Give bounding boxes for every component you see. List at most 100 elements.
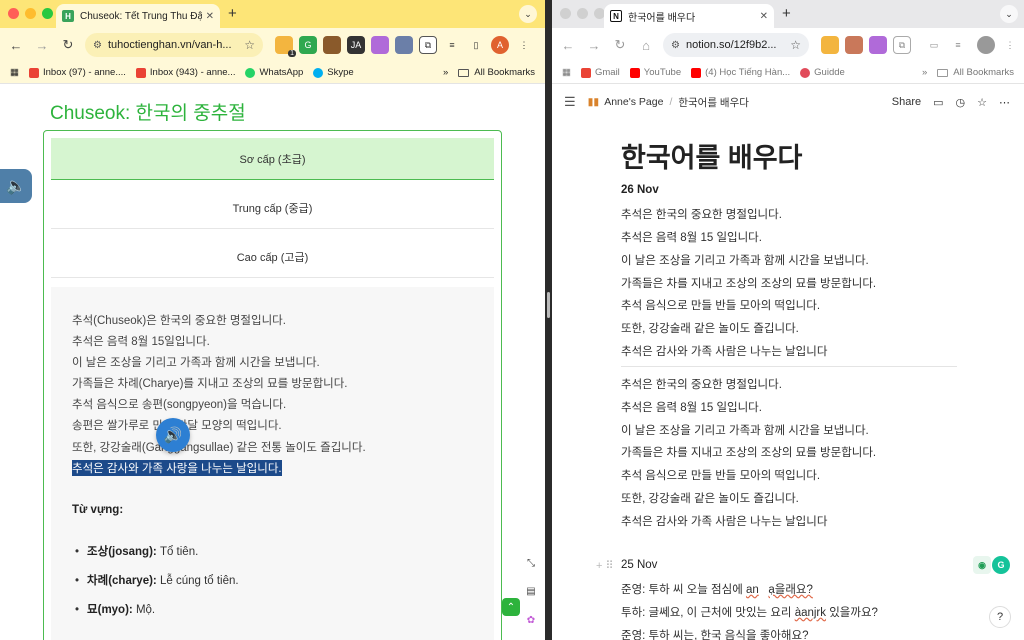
text-block[interactable]: 추석 음식으로 만들 반들 모아의 떡입니다. [621,467,820,483]
address-bar[interactable]: ⚙ notion.so/12f9b2... ☆ [663,33,809,57]
close-window-button[interactable] [560,8,571,19]
bookmark-star-icon[interactable]: ☆ [790,38,801,52]
more-bookmarks-button[interactable]: » [443,67,448,78]
text-block[interactable]: 준영: 투하 씨는, 한국 음식을 좋아해요? [621,627,808,640]
bookmark-guidde[interactable]: Guidde [800,67,845,78]
minimize-window-button[interactable] [25,8,36,19]
profile-avatar[interactable] [977,36,995,54]
divider-grip[interactable] [547,292,550,318]
bookmark-inbox-2[interactable]: Inbox (943) - anne... [135,67,235,78]
minimize-window-button[interactable] [577,8,588,19]
favorite-star-icon[interactable]: ☆ [977,96,987,109]
text-block[interactable]: 추석은 음력 8월 15 일입니다. [621,229,762,245]
text-block[interactable]: 추석은 한국의 중요한 명절입니다. [621,206,782,222]
back-icon[interactable]: ← [3,38,29,53]
reading-list-icon[interactable]: ≡ [443,36,461,54]
comment-icon[interactable]: ▭ [933,96,943,109]
more-bookmarks-button[interactable]: » [922,67,927,78]
tab-search-button[interactable]: ⌄ [1000,5,1018,23]
grammarly-extension-icon[interactable]: G [299,36,317,54]
block-drag-handle-icon[interactable]: + ⠿ [596,559,614,572]
audio-side-button[interactable]: 🔈 [0,169,32,203]
breadcrumb-item[interactable]: 한국어를 배우다 [678,95,749,110]
text-block[interactable]: 준영: 투하 씨 오늘 점심에 an ạ을래요? [621,581,813,597]
reload-icon[interactable]: ↻ [607,37,633,53]
address-bar[interactable]: ⚙ tuhoctienghan.vn/van-h... ☆ [85,33,263,57]
shield-extension-icon[interactable] [395,36,413,54]
share-button[interactable]: Share [892,96,921,108]
forward-icon[interactable]: → [29,38,55,53]
bookmark-gmail[interactable]: Gmail [580,67,620,78]
bookmark-star-icon[interactable]: ☆ [244,38,255,52]
extensions-icon[interactable]: ⧉ [419,36,437,54]
close-tab-icon[interactable]: ✕ [760,11,768,22]
apps-icon[interactable]: ▦ [562,67,571,78]
text-block[interactable]: 추석은 감사와 가족 사람은 나누는 날입니다 [621,513,827,529]
notes-extension-icon[interactable]: 1 [275,36,296,57]
level-tab-beginner[interactable]: Sơ cấp (초급) [51,138,494,180]
brain-extension-icon[interactable] [869,36,887,54]
tab-chuseok[interactable]: H Chuseok: Tết Trung Thu Đậm ✕ [56,4,220,28]
extension-icon[interactable] [821,36,839,54]
extension-icon[interactable] [845,36,863,54]
text-block[interactable]: 또한, 강강술래 같은 놀이도 즐깁니다. [621,320,799,336]
home-icon[interactable]: ⌂ [633,38,659,53]
split-divider[interactable] [545,0,552,640]
text-block[interactable]: 이 날은 조상을 기리고 가족과 함께 시간을 보냅니다. [621,422,869,438]
ja-extension-icon[interactable]: JA [347,36,365,54]
tab-search-button[interactable]: ⌄ [519,5,537,23]
extension-icon[interactable] [323,36,341,54]
text-block[interactable]: 이 날은 조상을 기리고 가족과 함께 시간을 보냅니다. [621,252,869,268]
close-tab-icon[interactable]: ✕ [206,11,214,22]
close-window-button[interactable] [8,8,19,19]
side-panel-icon[interactable]: ▯ [467,36,485,54]
text-block[interactable]: 추석 음식으로 만들 반들 모아의 떡입니다. [621,297,820,313]
extensions-icon[interactable]: ⧉ [893,36,911,54]
reload-icon[interactable]: ↻ [55,37,81,53]
bookmark-inbox-1[interactable]: Inbox (97) - anne.... [28,67,126,78]
back-icon[interactable]: ← [555,38,581,53]
text-block[interactable]: 추석은 음력 8월 15 일입니다. [621,399,762,415]
new-tab-button[interactable]: + [228,5,237,22]
level-tab-intermediate[interactable]: Trung cấp (중급) [51,187,494,229]
profile-avatar[interactable]: A [491,36,509,54]
text-block[interactable]: 가족들은 차를 지내고 조상의 조상의 묘를 방문합니다. [621,275,876,291]
bookmark-youtube[interactable]: YouTube [629,67,681,78]
new-tab-button[interactable]: + [782,5,791,22]
bookmark-hoc-tieng-han[interactable]: (4) Học Tiếng Hàn... [691,67,790,78]
brain-extension-icon[interactable] [371,36,389,54]
more-options-icon[interactable]: ⋯ [999,96,1010,109]
grammarly-lightbulb-icon[interactable]: ◉ [973,556,991,574]
apps-icon[interactable]: ▦ [10,67,19,78]
text-block[interactable]: 추석은 한국의 중요한 명절입니다. [621,376,782,392]
grammarly-icon[interactable]: G [992,556,1010,574]
menu-dots-icon[interactable]: ⋮ [515,36,533,54]
clock-icon[interactable]: ◷ [956,96,966,109]
date-heading[interactable]: 26 Nov [621,184,659,196]
scroll-top-button[interactable]: ⌃ [502,598,520,616]
expand-icon[interactable]: ⤡ [522,554,540,572]
level-tab-advanced[interactable]: Cao cấp (고급) [51,236,494,278]
site-info-icon[interactable]: ⚙ [93,40,102,51]
all-bookmarks-button[interactable]: All Bookmarks [937,67,1014,78]
speaker-icon[interactable]: 🔊 [156,418,190,452]
text-block[interactable]: 추석은 감사와 가족 사람은 나누는 날입니다 [621,343,827,359]
help-icon[interactable]: ? [989,606,1011,628]
date-heading[interactable]: 25 Nov [621,559,657,571]
bookmark-whatsapp[interactable]: WhatsApp [245,67,303,78]
forward-icon[interactable]: → [581,38,607,53]
bookmark-skype[interactable]: Skype [313,67,354,78]
text-block[interactable]: 투하: 글쎄요, 이 근처에 맛있는 요리 àanjrk 있을까요? [621,604,878,620]
text-block[interactable]: 또한, 강강술래 같은 놀이도 즐깁니다. [621,490,799,506]
reading-list-icon[interactable]: ≡ [949,36,967,54]
page-title[interactable]: 한국어를 배우다 [621,136,802,175]
breadcrumb-item[interactable]: Anne's Page [604,96,663,108]
menu-dots-icon[interactable]: ⋮ [1001,36,1019,54]
site-info-icon[interactable]: ⚙ [671,40,680,51]
hamburger-icon[interactable]: ☰ [564,94,576,110]
brain-extension-icon[interactable]: ✿ [522,611,540,629]
text-block[interactable]: 가족들은 차를 지내고 조상의 조상의 묘를 방문합니다. [621,444,876,460]
all-bookmarks-button[interactable]: All Bookmarks [458,67,535,78]
tab-notion[interactable]: N 한국어를 배우다 ✕ [604,4,774,28]
book-icon[interactable]: ▤ [522,582,540,600]
